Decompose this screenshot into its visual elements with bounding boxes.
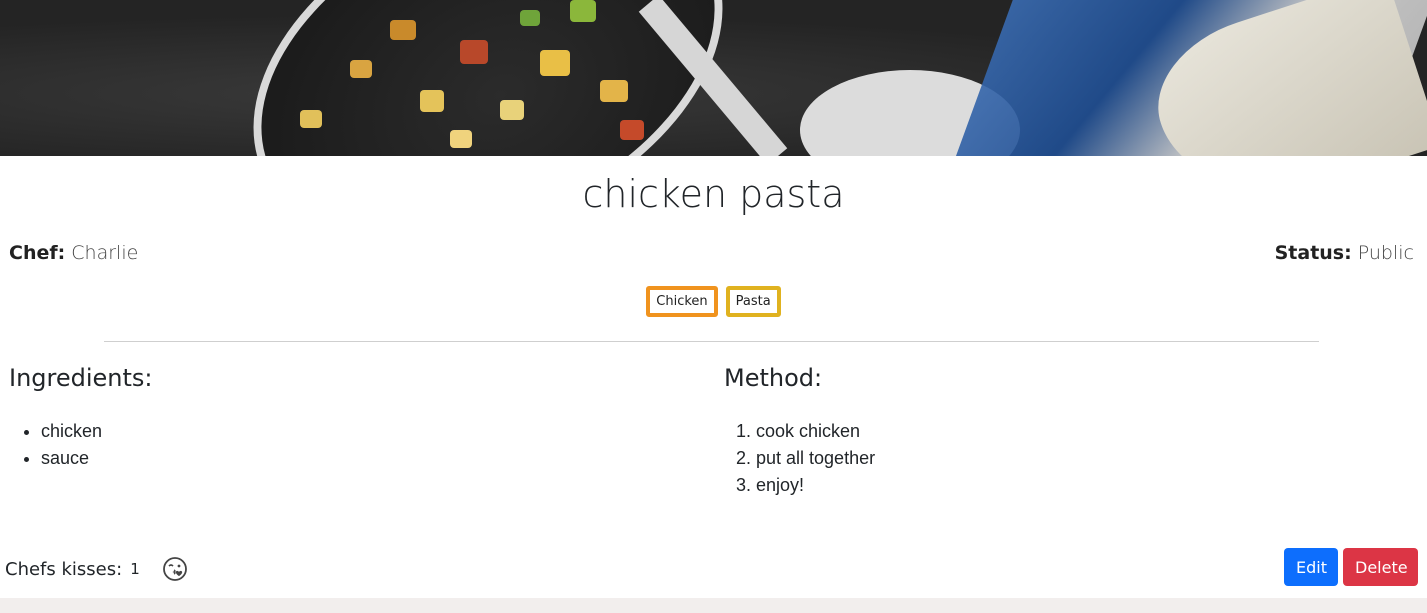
- chef-name: Charlie: [71, 242, 139, 264]
- ingredient-item: chicken: [41, 418, 102, 445]
- ingredients-list: chicken sauce: [9, 418, 102, 472]
- method-step: put all together: [756, 445, 875, 472]
- chef-label: Chef:: [9, 242, 66, 264]
- edit-button[interactable]: Edit: [1284, 548, 1338, 586]
- ingredients-title: Ingredients:: [9, 364, 153, 392]
- footer-band: [0, 598, 1427, 613]
- method-step: enjoy!: [756, 472, 875, 499]
- recipe-title: chicken pasta: [582, 172, 845, 216]
- method-list: cook chicken put all together enjoy!: [724, 418, 875, 499]
- chefs-kisses: Chefs kisses: 1: [5, 556, 188, 582]
- divider: [104, 341, 1319, 342]
- hero-image: [0, 0, 1427, 156]
- tag-pasta[interactable]: Pasta: [725, 286, 781, 317]
- kiss-emoji-icon[interactable]: [162, 556, 188, 582]
- status-label: Status:: [1274, 242, 1352, 264]
- plate-shape: [196, 0, 780, 156]
- chef-info: Chef: Charlie: [9, 242, 138, 264]
- ingredient-item: sauce: [41, 445, 102, 472]
- status-info: Status: Public: [1275, 242, 1414, 264]
- tag-list: Chicken Pasta: [0, 286, 1427, 317]
- status-value: Public: [1357, 242, 1414, 264]
- delete-button[interactable]: Delete: [1343, 548, 1418, 586]
- method-step: cook chicken: [756, 418, 875, 445]
- kisses-label: Chefs kisses:: [5, 558, 123, 580]
- method-title: Method:: [724, 364, 823, 392]
- tag-chicken[interactable]: Chicken: [646, 286, 718, 317]
- kisses-count: 1: [130, 560, 140, 578]
